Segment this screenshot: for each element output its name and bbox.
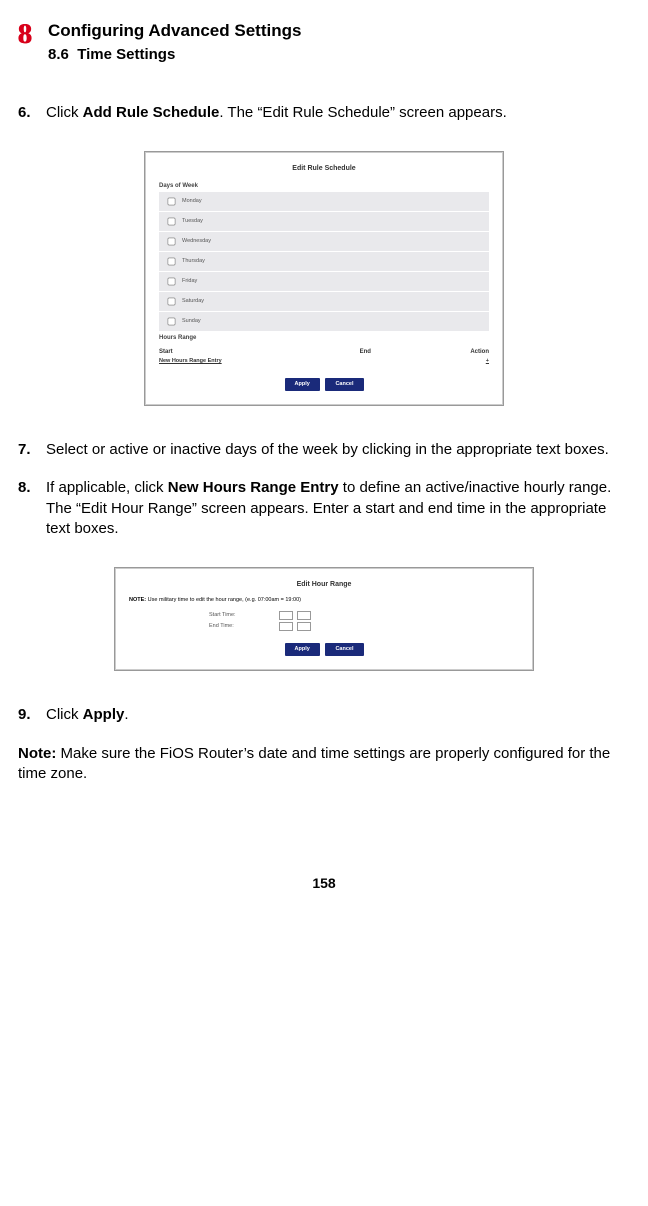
figure-edit-rule-schedule: Edit Rule Schedule Days of Week Monday Tu… bbox=[144, 151, 504, 406]
step-text: Click Apply. bbox=[46, 705, 630, 725]
figure-title: Edit Rule Schedule bbox=[159, 164, 489, 173]
end-hour-input[interactable] bbox=[279, 622, 293, 631]
text-fragment: If applicable, click bbox=[46, 479, 168, 496]
note-paragraph: Note: Make sure the FiOS Router’s date a… bbox=[18, 744, 630, 785]
section-number: 8.6 bbox=[48, 46, 69, 63]
figure-note: NOTE: Use military time to edit the hour… bbox=[129, 597, 519, 604]
link-text: New Hours Range Entry bbox=[159, 358, 324, 365]
end-min-input[interactable] bbox=[297, 622, 311, 631]
new-hours-range-link[interactable]: New Hours Range Entry + bbox=[159, 358, 489, 365]
note-label: Note: bbox=[18, 745, 56, 762]
step-8: 8. If applicable, click New Hours Range … bbox=[18, 478, 630, 539]
figure-buttons: Apply Cancel bbox=[159, 378, 489, 391]
page-number: 158 bbox=[18, 874, 630, 893]
cancel-button[interactable]: Cancel bbox=[325, 378, 363, 391]
step-number: 8. bbox=[18, 478, 46, 539]
step-number: 6. bbox=[18, 103, 46, 123]
day-row: Monday bbox=[159, 192, 489, 211]
apply-button[interactable]: Apply bbox=[285, 378, 320, 391]
step-6: 6. Click Add Rule Schedule. The “Edit Ru… bbox=[18, 103, 630, 123]
start-hour-input[interactable] bbox=[279, 611, 293, 620]
hours-columns: Start End Action bbox=[159, 348, 489, 356]
day-label: Tuesday bbox=[182, 218, 203, 225]
chapter-number: 8 bbox=[18, 16, 32, 54]
day-label: Wednesday bbox=[182, 238, 211, 245]
day-label: Monday bbox=[182, 198, 202, 205]
day-checkbox[interactable] bbox=[168, 198, 176, 206]
end-time-label: End Time: bbox=[209, 623, 279, 630]
day-row: Friday bbox=[159, 272, 489, 291]
text-bold: New Hours Range Entry bbox=[168, 479, 339, 496]
add-icon: + bbox=[407, 358, 490, 365]
day-label: Thursday bbox=[182, 258, 205, 265]
col-start: Start bbox=[159, 348, 324, 356]
day-checkbox[interactable] bbox=[168, 238, 176, 246]
cancel-button[interactable]: Cancel bbox=[325, 643, 363, 656]
col-action: Action bbox=[407, 348, 490, 356]
text-fragment: . bbox=[124, 706, 128, 723]
days-list: Monday Tuesday Wednesday Thursday Friday Satu… bbox=[159, 192, 489, 331]
figure-edit-hour-range: Edit Hour Range NOTE: Use military time … bbox=[114, 567, 534, 671]
step-7: 7. Select or active or inactive days of … bbox=[18, 440, 630, 460]
chapter-header: 8 Configuring Advanced Settings 8.6 Time… bbox=[18, 20, 630, 65]
note-text: Make sure the FiOS Router’s date and tim… bbox=[18, 745, 610, 782]
figure-title: Edit Hour Range bbox=[129, 580, 519, 589]
step-text: Select or active or inactive days of the… bbox=[46, 440, 630, 460]
figure-buttons: Apply Cancel bbox=[129, 643, 519, 656]
day-checkbox[interactable] bbox=[168, 218, 176, 226]
day-row: Sunday bbox=[159, 312, 489, 331]
chapter-title: Configuring Advanced Settings bbox=[48, 20, 301, 43]
hours-range-header: Hours Range bbox=[159, 334, 489, 342]
col-end: End bbox=[324, 348, 407, 356]
note-text: Use military time to edit the hour range… bbox=[146, 597, 301, 603]
day-row: Wednesday bbox=[159, 232, 489, 251]
day-label: Sunday bbox=[182, 318, 201, 325]
day-checkbox[interactable] bbox=[168, 258, 176, 266]
day-checkbox[interactable] bbox=[168, 298, 176, 306]
section-name: Time Settings bbox=[77, 46, 175, 63]
start-time-label: Start Time: bbox=[209, 612, 279, 619]
text-bold: Add Rule Schedule bbox=[83, 104, 220, 121]
day-checkbox[interactable] bbox=[168, 278, 176, 286]
text-bold: Apply bbox=[83, 706, 125, 723]
text-fragment: Click bbox=[46, 706, 83, 723]
step-number: 7. bbox=[18, 440, 46, 460]
step-text: Click Add Rule Schedule. The “Edit Rule … bbox=[46, 103, 630, 123]
text-fragment: Click bbox=[46, 104, 83, 121]
apply-button[interactable]: Apply bbox=[285, 643, 320, 656]
step-text: If applicable, click New Hours Range Ent… bbox=[46, 478, 630, 539]
step-number: 9. bbox=[18, 705, 46, 725]
end-time-row: End Time: bbox=[209, 622, 519, 631]
section-title: 8.6 Time Settings bbox=[48, 45, 301, 65]
day-row: Saturday bbox=[159, 292, 489, 311]
chapter-titles: Configuring Advanced Settings 8.6 Time S… bbox=[48, 20, 301, 65]
note-label: NOTE: bbox=[129, 597, 146, 603]
start-min-input[interactable] bbox=[297, 611, 311, 620]
day-row: Tuesday bbox=[159, 212, 489, 231]
text-fragment: . The “Edit Rule Schedule” screen appear… bbox=[219, 104, 506, 121]
day-row: Thursday bbox=[159, 252, 489, 271]
days-of-week-header: Days of Week bbox=[159, 182, 489, 190]
day-label: Friday bbox=[182, 278, 197, 285]
day-label: Saturday bbox=[182, 298, 204, 305]
day-checkbox[interactable] bbox=[168, 318, 176, 326]
start-time-row: Start Time: bbox=[209, 611, 519, 620]
step-9: 9. Click Apply. bbox=[18, 705, 630, 725]
